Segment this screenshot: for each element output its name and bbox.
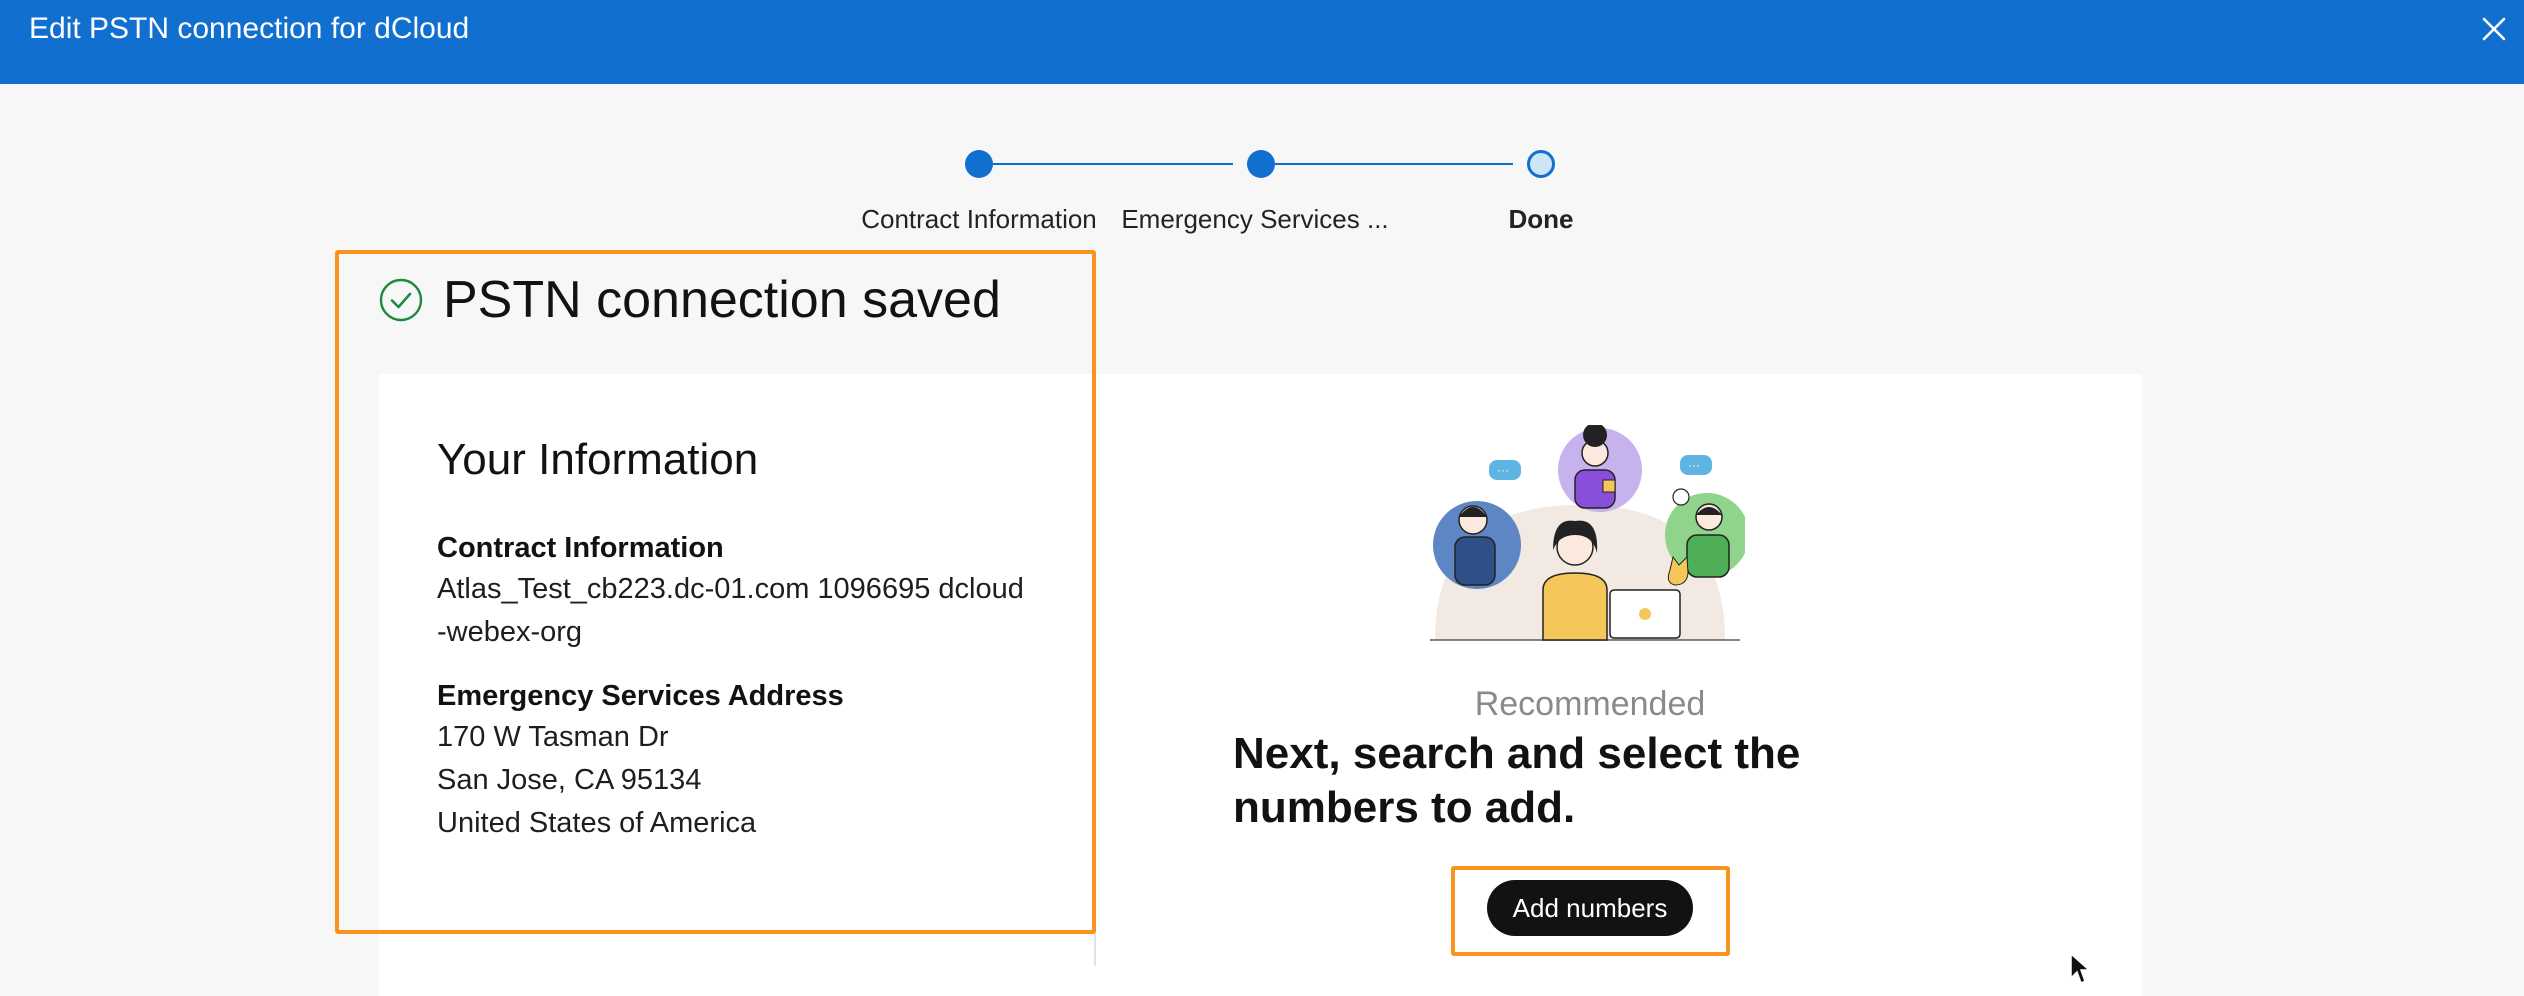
step-indicator-done bbox=[1527, 150, 1555, 178]
close-icon[interactable] bbox=[2478, 13, 2510, 45]
step-label-contract: Contract Information bbox=[861, 204, 1097, 234]
progress-stepper: Contract Information Emergency Services … bbox=[0, 140, 2524, 250]
highlight-box-information bbox=[335, 250, 1096, 934]
recommended-label: Recommended bbox=[1474, 685, 1706, 723]
people-illustration: ··· ··· bbox=[1430, 425, 1745, 641]
dialog-title: Edit PSTN connection for dCloud bbox=[29, 12, 470, 45]
highlight-box-add-numbers bbox=[1451, 866, 1730, 956]
dialog-header: Edit PSTN connection for dCloud bbox=[0, 0, 2524, 84]
step-label-emergency: Emergency Services ... bbox=[1121, 204, 1389, 234]
svg-text:···: ··· bbox=[1497, 463, 1509, 477]
next-step-text: Next, search and select the numbers to a… bbox=[1233, 729, 1801, 832]
svg-text:···: ··· bbox=[1688, 458, 1700, 472]
step-label-done: Done bbox=[1508, 204, 1574, 234]
step-indicator-emergency bbox=[1247, 150, 1275, 178]
mouse-cursor-icon bbox=[2070, 952, 2091, 985]
step-connector bbox=[993, 163, 1233, 165]
step-indicator-contract bbox=[965, 150, 993, 178]
step-connector bbox=[1275, 163, 1513, 165]
